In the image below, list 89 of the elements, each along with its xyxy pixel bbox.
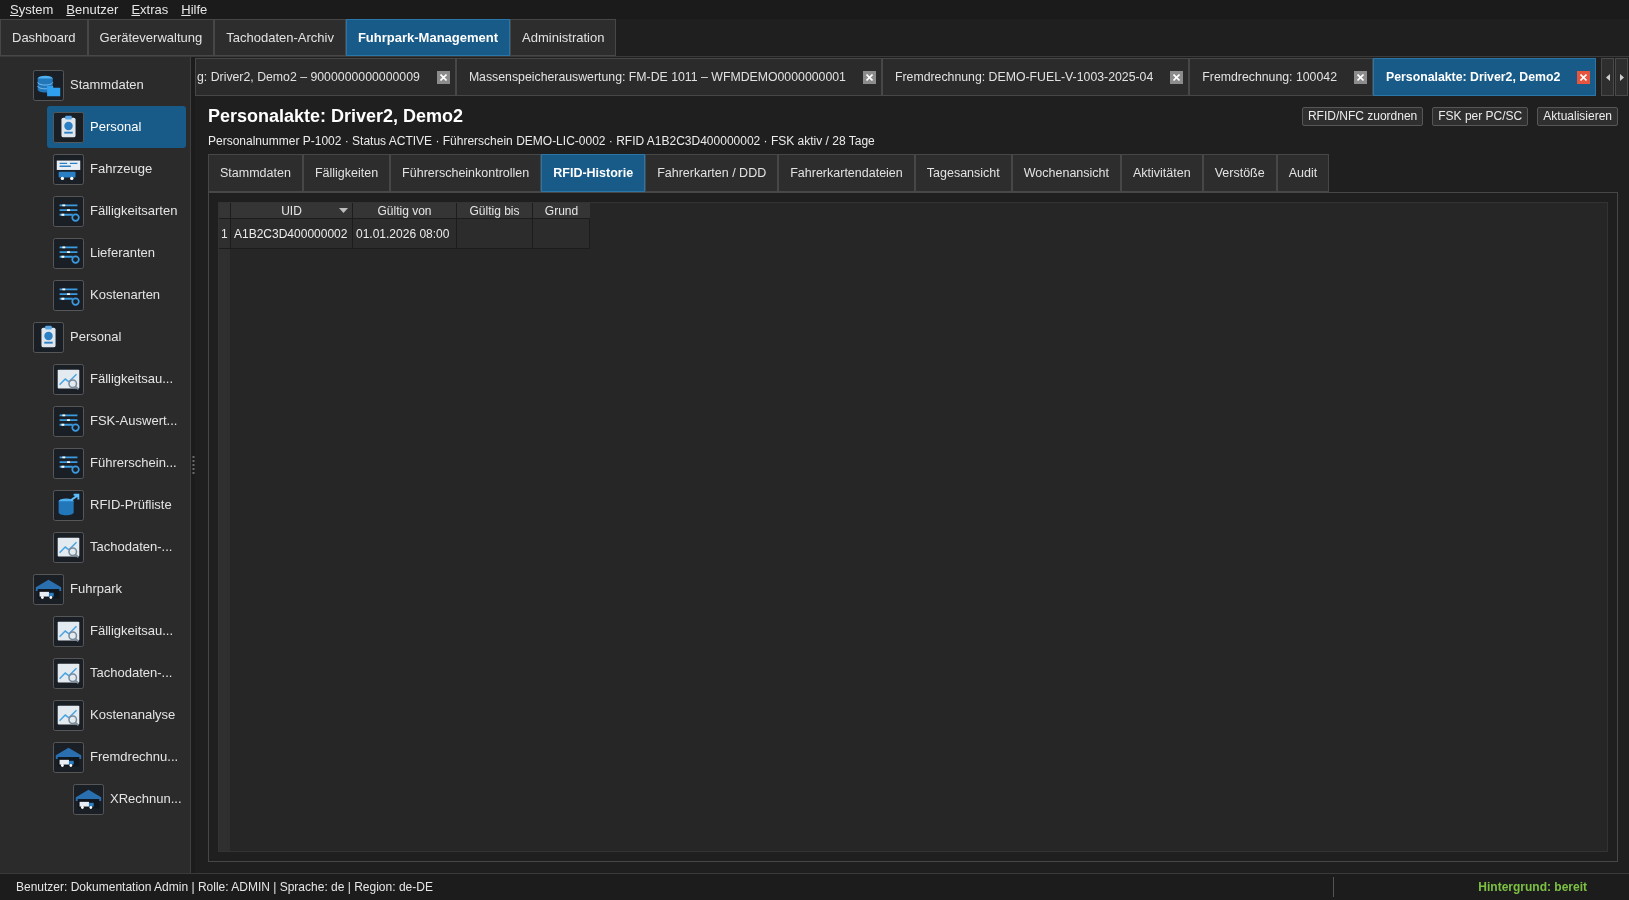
close-icon — [865, 73, 873, 81]
caret-right-icon — [1619, 73, 1624, 81]
list-settings-icon — [53, 405, 84, 437]
garage-truck-icon — [73, 783, 104, 815]
table-cell: 01.01.2026 08:00 — [352, 219, 456, 249]
main-tab[interactable]: Geräteverwaltung — [87, 19, 215, 56]
chart-magnifier-icon — [53, 531, 84, 563]
background-status: Hintergrund: bereit — [1477, 879, 1588, 896]
tree-item[interactable]: RFID-Prüfliste — [47, 484, 186, 526]
tree-item[interactable]: Fälligkeitsau... — [47, 358, 186, 400]
tree-item[interactable]: Fälligkeitsau... — [47, 610, 186, 652]
close-icon — [1173, 73, 1181, 81]
detail-tab[interactable]: Führerscheinkontrollen — [390, 154, 542, 192]
chart-magnifier-icon — [53, 615, 84, 647]
action-button[interactable]: FSK per PC/SC — [1432, 107, 1529, 126]
tree-item[interactable]: Personal — [27, 316, 186, 358]
detail-tab[interactable]: Stammdaten — [208, 154, 303, 192]
main-tab[interactable]: Tachodaten-Archiv — [214, 19, 346, 56]
detail-tab[interactable]: Aktivitäten — [1121, 154, 1203, 192]
chart-magnifier-icon — [53, 657, 84, 689]
menu-item[interactable]: Hilfe — [181, 2, 208, 17]
tree-item[interactable]: Stammdaten — [27, 64, 186, 106]
close-button[interactable] — [862, 70, 876, 84]
close-icon — [439, 73, 447, 81]
detail-tab[interactable]: RFID-Historie — [541, 154, 646, 192]
main-tab[interactable]: Administration — [510, 19, 617, 56]
tree-item[interactable]: Fälligkeitsarten — [47, 190, 186, 232]
tree-item[interactable]: Kostenarten — [47, 274, 186, 316]
database-folder-icon — [33, 69, 64, 101]
close-icon — [1580, 73, 1588, 81]
scroll-right-button[interactable] — [1615, 58, 1628, 96]
tree-item[interactable]: Tachodaten-... — [47, 652, 186, 694]
detail-tab[interactable]: Fälligkeiten — [302, 154, 391, 192]
menu-item[interactable]: Benutzer — [66, 2, 119, 17]
scroll-left-button[interactable] — [1601, 58, 1614, 96]
session-info: Benutzer: Dokumentation Admin | Rolle: ADMIN | Sprache: de | Region: de-DE — [15, 879, 434, 896]
grip-icon[interactable] — [191, 455, 195, 475]
record-summary: Personalnummer P-1002 · Status ACTIVE · Führerschein DEMO-LIC-0002 · RFID A1B2C3D400000002 · FSK aktiv / 28 Tage — [208, 134, 876, 148]
tree-item[interactable]: Tachodaten-... — [47, 526, 186, 568]
close-button[interactable] — [1170, 70, 1184, 84]
close-button[interactable] — [1577, 70, 1591, 84]
menu-item[interactable]: System — [10, 2, 54, 17]
menu-item[interactable]: Extras — [131, 2, 169, 17]
close-button[interactable] — [1353, 70, 1367, 84]
document-tab[interactable]: Massenspeicherauswertung: FM-DE 1011 – WFMDEMO0000000001 — [455, 58, 882, 96]
list-settings-icon — [53, 279, 84, 311]
tree-item[interactable]: Fremdrechnu... — [47, 736, 186, 778]
tree-item[interactable]: FSK-Auswert... — [47, 400, 186, 442]
column-header[interactable]: UID — [230, 203, 352, 219]
garage-truck-icon — [33, 573, 64, 605]
column-header[interactable]: Gültig bis — [456, 203, 532, 219]
list-settings-icon — [53, 447, 84, 479]
column-header[interactable]: Grund — [532, 203, 590, 219]
tree-item[interactable]: Personal — [47, 106, 186, 148]
detail-tab[interactable]: Tagesansicht — [914, 154, 1012, 192]
id-badge-icon — [53, 111, 84, 143]
garage-truck-icon — [53, 741, 84, 773]
document-tab[interactable]: Fremdrechnung: DEMO-FUEL-V-1003-2025-04 — [881, 58, 1190, 96]
page-title: Personalakte: Driver2, Demo2 — [208, 106, 464, 127]
main-tab[interactable]: Dashboard — [0, 19, 88, 56]
main-tab[interactable]: Fuhrpark-Management — [345, 19, 511, 56]
caret-left-icon — [1605, 73, 1610, 81]
document-tab[interactable]: g: Driver2, Demo2 – 9000000000000009 — [195, 58, 456, 96]
list-settings-icon — [53, 237, 84, 269]
list-settings-icon — [53, 195, 84, 227]
tree-item[interactable]: Fahrzeuge — [47, 148, 186, 190]
table-cell: A1B2C3D400000002 — [230, 219, 352, 249]
id-badge-icon — [33, 321, 64, 353]
table-cell — [532, 219, 590, 249]
tree-item[interactable]: Lieferanten — [47, 232, 186, 274]
detail-tab[interactable]: Fahrerkartendateien — [778, 154, 915, 192]
tree-item[interactable]: XRechnun... — [67, 778, 186, 820]
chart-magnifier-icon — [53, 363, 84, 395]
action-button[interactable]: RFID/NFC zuordnen — [1301, 107, 1424, 126]
detail-tab[interactable]: Verstöße — [1202, 154, 1277, 192]
action-button[interactable]: Aktualisieren — [1537, 107, 1618, 126]
document-tab[interactable]: Fremdrechnung: 100042 — [1189, 58, 1373, 96]
detail-tab[interactable]: Wochenansicht — [1011, 154, 1121, 192]
detail-tab[interactable]: Audit — [1276, 154, 1330, 192]
close-icon — [1356, 73, 1364, 81]
chart-magnifier-icon — [53, 699, 84, 731]
detail-tab[interactable]: Fahrerkarten / DDD — [645, 154, 779, 192]
tree-item[interactable]: Kostenanalyse — [47, 694, 186, 736]
vehicle-board-icon — [53, 153, 84, 185]
close-button[interactable] — [436, 70, 450, 84]
document-tab[interactable]: Personalakte: Driver2, Demo2 — [1372, 58, 1597, 96]
tree-item[interactable]: Führerschein... — [47, 442, 186, 484]
tree-item[interactable]: Fuhrpark — [27, 568, 186, 610]
column-header[interactable]: Gültig von — [352, 203, 456, 219]
